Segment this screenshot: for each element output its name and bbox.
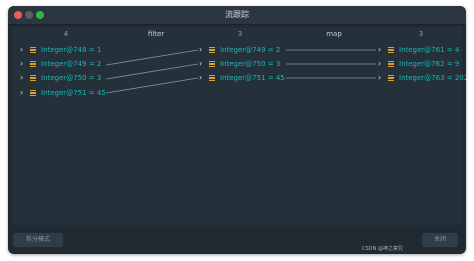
col1-row-1[interactable]: › Integer@748 = 1 [20,45,101,55]
element-value: Integer@749 = 2 [41,60,102,68]
col2-row-2[interactable]: › Integer@750 = 3 [199,59,280,69]
col2-row-3[interactable]: › Integer@751 = 45 [199,73,285,83]
chevron-right-icon[interactable]: › [20,45,30,55]
watermark: CSDN @神之禁咒 [362,246,403,252]
chevron-right-icon[interactable]: › [378,45,388,55]
col1-row-4[interactable]: › Integer@751 = 45 [20,88,106,98]
element-value: Integer@762 = 9 [399,60,460,68]
chevron-right-icon[interactable]: › [20,88,30,98]
col3-row-1[interactable]: › Integer@761 = 4 [378,45,459,55]
element-value: Integer@750 = 3 [220,60,281,68]
list-lines-icon [388,61,394,67]
list-lines-icon [30,90,36,96]
list-lines-icon [30,61,36,67]
link-750 [105,63,199,80]
title-bar: 流跟踪 [8,6,466,25]
stream-trace-window: 流跟踪 4 filter 3 map 3 › Integer@748 = 1 ›… [8,6,466,254]
element-value: Integer@763 = 2025 [399,74,466,82]
chevron-right-icon[interactable]: › [199,59,209,69]
trace-links [105,49,376,94]
element-value: Integer@750 = 3 [41,74,102,82]
list-lines-icon [209,75,215,81]
col1-row-3[interactable]: › Integer@750 = 3 [20,73,101,83]
element-value: Integer@751 = 45 [220,74,285,82]
close-button[interactable]: 关闭 [422,233,458,247]
trace-panel: 4 filter 3 map 3 › Integer@748 = 1 › Int… [12,27,466,225]
col3-row-2[interactable]: › Integer@762 = 9 [378,59,459,69]
element-value: Integer@748 = 1 [41,46,102,54]
chevron-right-icon[interactable]: › [378,73,388,83]
element-value: Integer@751 = 45 [41,89,106,97]
window-title: 流跟踪 [225,10,249,19]
list-lines-icon [209,47,215,53]
chevron-right-icon[interactable]: › [378,59,388,69]
chevron-right-icon[interactable]: › [199,73,209,83]
col3-row-3[interactable]: › Integer@763 = 2025 [378,73,466,83]
link-751 [105,77,199,94]
chevron-right-icon[interactable]: › [20,73,30,83]
chevron-right-icon[interactable]: › [20,59,30,69]
link-749 [105,49,199,66]
chevron-right-icon[interactable]: › [199,45,209,55]
col2-row-1[interactable]: › Integer@749 = 2 [199,45,280,55]
list-lines-icon [209,61,215,67]
element-value: Integer@761 = 4 [399,46,460,54]
list-lines-icon [30,47,36,53]
split-mode-button[interactable]: 拆分模式 [13,233,63,247]
list-lines-icon [388,75,394,81]
col1-row-2[interactable]: › Integer@749 = 2 [20,59,101,69]
list-lines-icon [388,47,394,53]
list-lines-icon [30,75,36,81]
element-value: Integer@749 = 2 [220,46,281,54]
